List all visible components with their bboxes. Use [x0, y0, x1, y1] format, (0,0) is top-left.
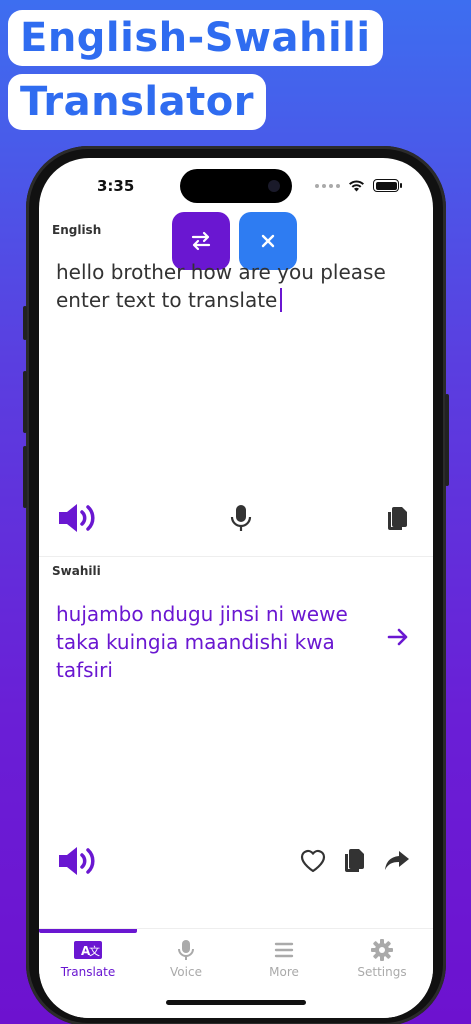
app-screen: 3:35 English hello brother how are you p… — [39, 158, 433, 1018]
source-text-value: hello brother how are you please enter t… — [56, 260, 386, 312]
status-icons — [315, 179, 402, 192]
favorite-button[interactable] — [299, 848, 327, 874]
tab-label: More — [269, 965, 299, 979]
speak-source-button[interactable] — [57, 501, 101, 535]
phone-side-button — [23, 371, 27, 433]
gear-icon — [371, 939, 393, 961]
copy-icon — [388, 507, 407, 530]
target-language-label: Swahili — [52, 564, 101, 578]
share-button[interactable] — [383, 848, 411, 874]
wifi-icon — [349, 180, 364, 192]
phone-side-button — [23, 446, 27, 508]
tab-more[interactable]: More — [235, 929, 333, 989]
translate-icon: A 文 — [74, 941, 102, 959]
microphone-button[interactable] — [227, 504, 255, 532]
headline-line-1: English-Swahili — [8, 10, 383, 66]
headline-line-2: Translator — [8, 74, 266, 130]
phone-frame: 3:35 English hello brother how are you p… — [23, 146, 449, 1024]
tab-settings[interactable]: Settings — [333, 929, 431, 989]
source-language-label: English — [52, 223, 102, 237]
heart-icon — [300, 849, 326, 873]
active-tab-indicator — [39, 929, 137, 933]
camera-icon — [268, 180, 280, 192]
phone-side-button — [445, 394, 449, 486]
tab-translate[interactable]: A 文 Translate — [39, 929, 137, 989]
svg-text:文: 文 — [89, 944, 100, 958]
tab-voice[interactable]: Voice — [137, 929, 235, 989]
menu-icon — [274, 942, 294, 958]
signal-icon — [315, 183, 340, 188]
copy-icon — [345, 849, 364, 872]
translate-arrow-button[interactable] — [385, 624, 411, 650]
translated-text: hujambo ndugu jinsi ni wewe taka kuingia… — [56, 602, 348, 682]
arrow-right-icon — [387, 628, 408, 646]
tab-label: Settings — [357, 965, 407, 979]
share-arrow-icon — [385, 851, 409, 870]
source-text-input[interactable]: hello brother how are you please enter t… — [56, 258, 396, 314]
speaker-icon — [59, 847, 95, 875]
copy-translation-button[interactable] — [341, 847, 367, 875]
tab-label: Voice — [170, 965, 202, 979]
battery-icon — [373, 179, 402, 192]
text-cursor — [280, 288, 282, 312]
speak-translation-button[interactable] — [57, 844, 101, 878]
section-divider — [39, 556, 433, 557]
swap-icon — [191, 231, 211, 251]
home-indicator — [166, 1000, 306, 1005]
tab-label: Translate — [60, 965, 116, 979]
close-icon — [261, 234, 275, 248]
dynamic-island — [180, 169, 292, 203]
copy-source-button[interactable] — [384, 505, 410, 533]
microphone-icon — [178, 940, 194, 960]
bottom-tab-bar: A 文 Translate Voice More Settings — [39, 928, 433, 1018]
status-time: 3:35 — [97, 177, 135, 195]
microphone-icon — [230, 505, 252, 531]
phone-side-button — [23, 306, 27, 340]
speaker-icon — [59, 504, 95, 532]
